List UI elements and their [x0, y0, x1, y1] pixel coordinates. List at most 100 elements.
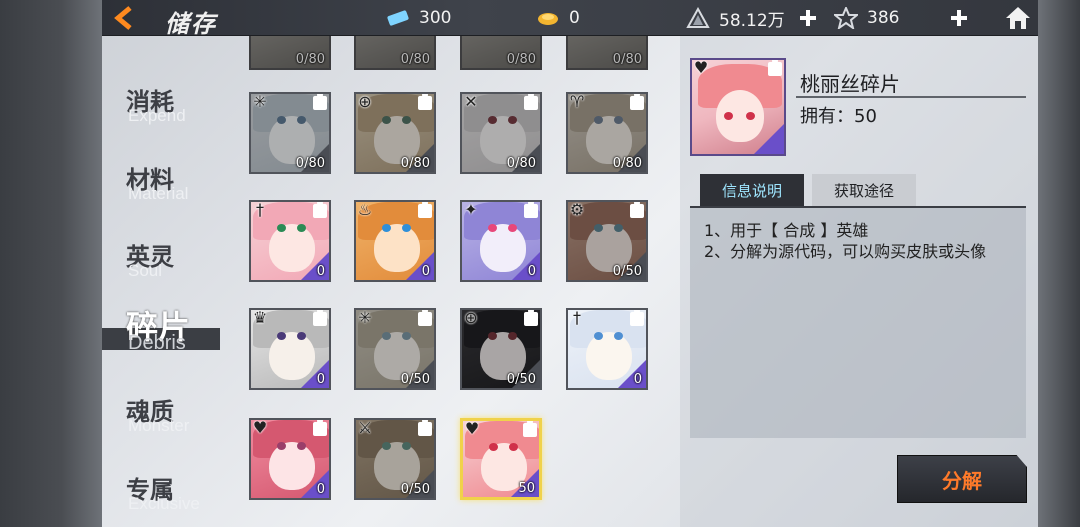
category-sublabel: Material [128, 184, 189, 203]
item-count: 0 [633, 372, 642, 387]
debris-item[interactable]: 0/80 ⊕ [354, 92, 436, 174]
plus-icon [951, 10, 967, 26]
item-count: 0 [527, 264, 536, 279]
item-count: 0/80 [506, 156, 536, 171]
selected-item-portrait: ♥ [690, 58, 786, 156]
shield-icon: ⊕ [464, 308, 478, 327]
debris-item[interactable]: 0 ♛ [249, 308, 331, 390]
debris-item[interactable]: 0/80 ♈ [566, 92, 648, 174]
category-sublabel: Expend [128, 106, 186, 125]
item-count: 0/80 [295, 52, 325, 67]
category-soul[interactable]: 英灵 Soul [118, 237, 228, 297]
description-line: 2、分解为源代码，可以购买皮肤或头像 [704, 242, 987, 261]
item-description: 1、用于【 合成 】英雄 2、分解为源代码，可以购买皮肤或头像 [690, 206, 1026, 438]
description-line: 1、用于【 合成 】英雄 [704, 221, 869, 240]
add-power-button[interactable] [797, 7, 819, 29]
category-sublabel: Soul [128, 261, 163, 280]
item-count: 0/80 [400, 156, 430, 171]
category-sublabel: Monster [128, 416, 190, 435]
dagger-x-icon: ✕ [464, 92, 478, 111]
ticket-counter: 300 [385, 0, 451, 36]
tab-info[interactable]: 信息说明 [700, 174, 804, 206]
debris-item[interactable]: 50 ♥ [460, 418, 542, 500]
item-count: 0 [421, 264, 430, 279]
power-value: 58.12万 [719, 10, 785, 31]
ticket-value: 300 [419, 8, 452, 28]
category-debris[interactable]: 碎片 Debris [102, 306, 220, 366]
item-count: 0/80 [612, 52, 642, 67]
owned-count: 拥有：50 [800, 106, 877, 127]
star-value: 386 [867, 8, 900, 28]
debris-item[interactable]: 0 † [566, 308, 648, 390]
category-exclusive[interactable]: 专属 Exclusive [118, 470, 228, 527]
tab-source[interactable]: 获取途径 [812, 174, 916, 206]
back-button[interactable] [108, 4, 142, 32]
decompose-button[interactable]: 分解 [897, 455, 1027, 503]
item-count: 0 [316, 264, 325, 279]
debris-item[interactable]: 0/50 ✳ [354, 308, 436, 390]
debris-item[interactable]: 0 ♨ [354, 200, 436, 282]
puzzle-icon [630, 202, 644, 218]
puzzle-icon [418, 202, 432, 218]
puzzle-icon [630, 310, 644, 326]
gold-coin-icon [535, 7, 561, 29]
add-star-button[interactable] [948, 7, 970, 29]
gear-icon: ⚙ [569, 200, 585, 219]
pyramid-icon [685, 7, 711, 29]
heart-skull-icon: ♥ [464, 418, 480, 438]
puzzle-icon [313, 420, 327, 436]
star-counter: 386 [833, 0, 899, 36]
category-sublabel: Exclusive [128, 494, 200, 513]
debris-item[interactable]: 0 ♥ [249, 418, 331, 500]
left-edge [0, 0, 102, 527]
debris-item[interactable]: 0 ✦ [460, 200, 542, 282]
category-monster[interactable]: 魂质 Monster [118, 392, 228, 452]
puzzle-icon [524, 94, 538, 110]
home-button[interactable] [1002, 3, 1034, 33]
category-expend[interactable]: 消耗 Expend [118, 82, 228, 142]
item-count: 0/80 [506, 52, 536, 67]
puzzle-icon [313, 310, 327, 326]
item-count: 50 [518, 481, 535, 496]
sword-icon: † [573, 308, 581, 327]
gold-value: 0 [569, 8, 580, 28]
cross-icon: ✳ [358, 308, 372, 327]
puzzle-icon [418, 94, 432, 110]
debris-item[interactable]: 0/50 ⚙ [566, 200, 648, 282]
puzzle-icon [630, 94, 644, 110]
plus-icon [800, 10, 816, 26]
puzzle-icon [768, 60, 782, 76]
power-counter: 58.12万 [685, 0, 785, 36]
puzzle-icon [418, 420, 432, 436]
puzzle-icon [418, 310, 432, 326]
puzzle-icon [524, 310, 538, 326]
debris-item[interactable]: 0/80 ✳ [249, 92, 331, 174]
debris-item[interactable]: 0/80 [249, 36, 331, 70]
debris-item[interactable]: 0/80 [566, 36, 648, 70]
home-icon [1006, 7, 1030, 29]
debris-item[interactable]: 0/50 ⊕ [460, 308, 542, 390]
debris-item[interactable]: 0/80 [460, 36, 542, 70]
item-name: 桃丽丝碎片 [800, 72, 900, 96]
puzzle-icon [524, 202, 538, 218]
debris-item[interactable]: 0/80 [354, 36, 436, 70]
page-title: 储存 [165, 10, 217, 38]
ticket-icon [385, 7, 411, 29]
item-count: 0/50 [400, 372, 430, 387]
item-count: 0 [316, 482, 325, 497]
shield-icon: ⊕ [358, 92, 372, 111]
item-count: 0/80 [612, 156, 642, 171]
item-count: 0/80 [295, 156, 325, 171]
item-count: 0/50 [400, 482, 430, 497]
category-material[interactable]: 材料 Material [118, 160, 228, 220]
item-count: 0/80 [400, 52, 430, 67]
divider [796, 96, 1026, 98]
shuriken-icon: ✦ [464, 200, 478, 219]
chevron-left-icon [114, 6, 132, 30]
gold-counter: 0 [535, 0, 580, 36]
item-count: 0/50 [612, 264, 642, 279]
debris-item[interactable]: 0/80 ✕ [460, 92, 542, 174]
debris-item[interactable]: 0 † [249, 200, 331, 282]
debris-item[interactable]: 0/50 ⚔ [354, 418, 436, 500]
flame-icon: ♨ [357, 200, 373, 219]
